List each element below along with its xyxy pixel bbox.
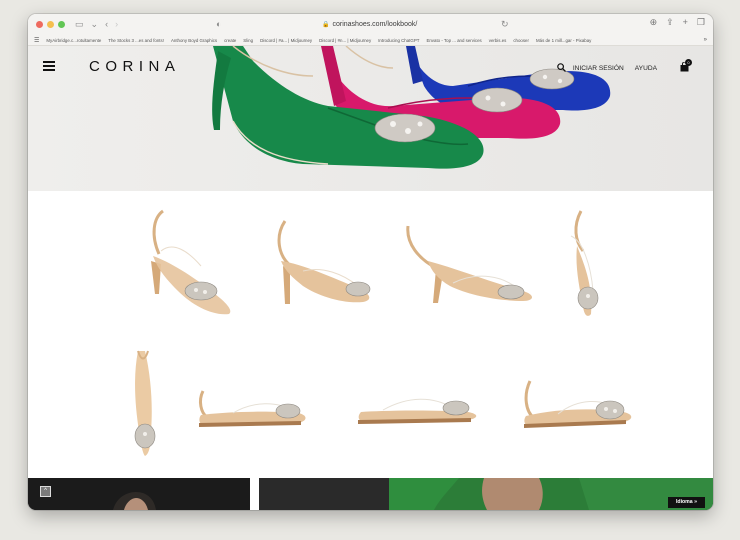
bookmark-item[interactable]: The Stocks 3 ...es and fonts!: [108, 38, 164, 43]
product-image-nude-slingback-1[interactable]: [133, 206, 238, 321]
bookmark-item[interactable]: Anthony Boyd Graphics: [171, 38, 217, 43]
lock-icon: 🔒: [322, 22, 330, 28]
bookmark-item[interactable]: Envato - Top ... and services: [426, 38, 481, 43]
language-button[interactable]: Idioma »: [667, 497, 705, 508]
zoom-window-button[interactable]: [58, 21, 65, 28]
banner-right[interactable]: Idioma »: [259, 478, 713, 510]
shopping-bag-icon[interactable]: 0: [680, 59, 692, 74]
menu-icon[interactable]: [43, 61, 55, 71]
bookmark-item[interactable]: verbis.es: [489, 38, 507, 43]
new-tab-icon[interactable]: +: [683, 18, 688, 27]
browser-window: ▭ ⌄ ‹ › ◐ 🔒 corinashoes.com/lookbook/ ↻ …: [28, 14, 713, 510]
forward-icon[interactable]: ›: [115, 20, 118, 29]
product-image-nude-flat-1[interactable]: [193, 381, 313, 441]
product-image-nude-flat-2[interactable]: [353, 386, 483, 436]
minimize-window-button[interactable]: [47, 21, 54, 28]
product-image-nude-pointed-top[interactable]: [123, 346, 168, 461]
bottom-banners: ^ Idioma »: [28, 478, 713, 510]
share-icon[interactable]: ⇪: [666, 18, 674, 27]
header-actions: INICIAR SESIÓN AYUDA 0: [557, 59, 692, 74]
window-controls: [36, 21, 65, 28]
help-link[interactable]: AYUDA: [635, 65, 657, 72]
toolbar-right: ⊕ ⇪ + ❐: [650, 18, 705, 27]
banner-left[interactable]: ^: [28, 478, 250, 510]
browser-titlebar: ▭ ⌄ ‹ › ◐ 🔒 corinashoes.com/lookbook/ ↻ …: [28, 14, 713, 35]
bookmark-item[interactable]: Discord | #n... | Midjourney: [319, 38, 371, 43]
login-link[interactable]: INICIAR SESIÓN: [573, 65, 624, 72]
bookmark-item[interactable]: Introducing ChatGPT: [378, 38, 419, 43]
reading-list-icon[interactable]: ☰: [34, 37, 39, 44]
product-image-nude-slingback-2[interactable]: [263, 216, 378, 316]
hero-banner: CORINA INICIAR SESIÓN AYUDA 0: [28, 46, 713, 191]
bookmarks-bar: ☰ MyAirbridge.c...rotultamente The Stock…: [28, 35, 713, 46]
sidebar-icon[interactable]: ▭: [75, 20, 84, 29]
bookmark-item[interactable]: MyAirbridge.c...rotultamente: [46, 38, 101, 43]
url-text: corinashoes.com/lookbook/: [332, 21, 418, 28]
brand-logo[interactable]: CORINA: [89, 58, 180, 75]
download-icon[interactable]: ⊕: [650, 18, 658, 27]
search-icon[interactable]: [557, 62, 566, 74]
tab-overview-icon[interactable]: ❐: [697, 18, 705, 27]
address-bar[interactable]: 🔒 corinashoes.com/lookbook/: [322, 18, 417, 31]
scroll-top-button[interactable]: ^: [40, 486, 51, 497]
back-icon[interactable]: ‹: [105, 20, 108, 29]
more-bookmarks-icon[interactable]: »: [704, 37, 707, 43]
model-portrait-image: [28, 478, 250, 510]
product-image-nude-pointed-front[interactable]: [563, 206, 613, 321]
bookmark-item[interactable]: Discord | #a... | Midjourney: [260, 38, 312, 43]
product-image-nude-pvc-heel[interactable]: [398, 221, 538, 316]
lookbook-grid: [28, 191, 713, 478]
close-window-button[interactable]: [36, 21, 43, 28]
bookmark-item[interactable]: Sling: [243, 38, 253, 43]
green-dress-image: [259, 478, 713, 510]
chevron-down-icon[interactable]: ⌄: [91, 20, 99, 29]
site-header: CORINA INICIAR SESIÓN AYUDA 0: [28, 46, 713, 86]
bookmark-item[interactable]: Más de 1 mill...gar - Pixabay: [536, 38, 591, 43]
bookmark-item[interactable]: chooser: [513, 38, 529, 43]
web-page: CORINA INICIAR SESIÓN AYUDA 0 ^ Idioma »: [28, 46, 713, 510]
bookmark-item[interactable]: create: [224, 38, 236, 43]
privacy-shield-icon[interactable]: ◐: [216, 20, 221, 29]
cart-count-badge: 0: [685, 59, 692, 66]
product-image-nude-flat-3[interactable]: [518, 376, 638, 441]
reload-icon[interactable]: ↻: [501, 20, 509, 29]
